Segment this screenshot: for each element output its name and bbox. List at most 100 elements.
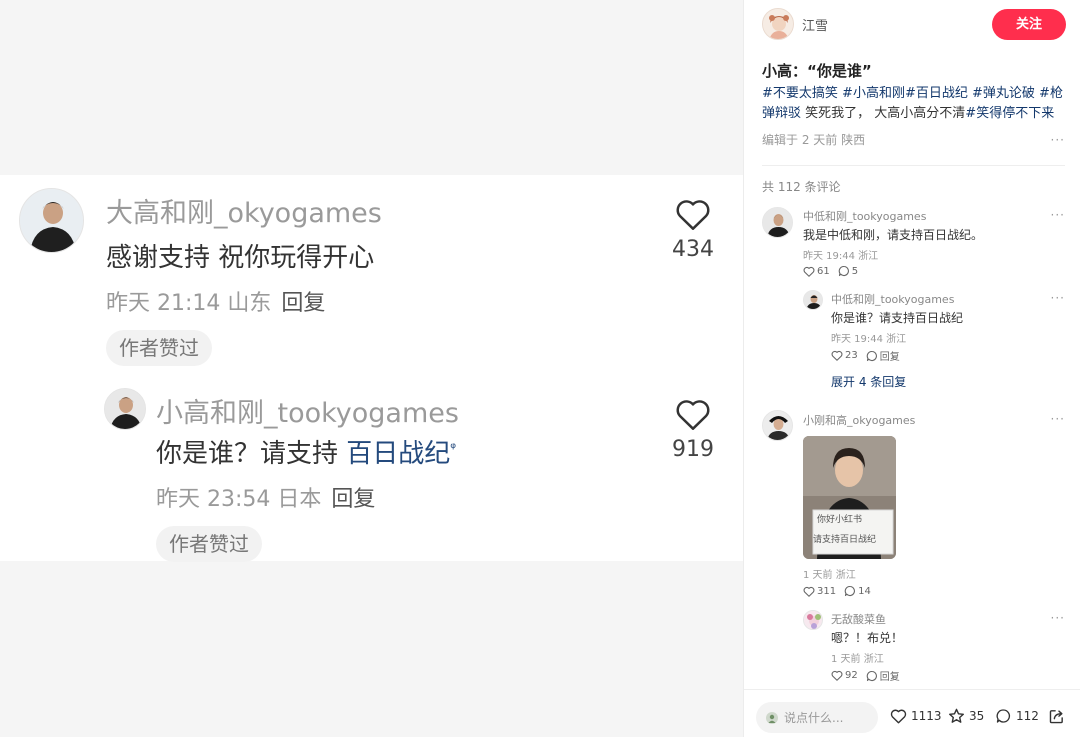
topic-link: 百日战纪 xyxy=(346,439,451,469)
comment-text: 你是谁？请支持 百日战纪ᵠ xyxy=(156,433,456,470)
like-count: 23 xyxy=(845,350,858,361)
like-button[interactable]: 61 xyxy=(803,266,830,277)
avatar xyxy=(19,188,84,253)
reply-button[interactable]: 14 xyxy=(844,585,871,597)
author-info[interactable]: 江雪 xyxy=(762,8,828,40)
chat-bubble-icon xyxy=(844,585,856,597)
reply-text: 你是谁？请支持百日战纪 xyxy=(831,311,964,325)
note-media-viewer[interactable]: 大高和刚_okyogames 感谢支持 祝你玩得开心 昨天 21:14 山东 回复… xyxy=(0,0,743,737)
avatar xyxy=(104,388,146,430)
comment-time-location: 1 天前 浙江 xyxy=(803,570,856,581)
note-title: 小高：“你是谁” xyxy=(762,62,872,80)
comment-user[interactable]: 小刚和高_okyogames xyxy=(803,412,915,428)
hashtag-link[interactable]: #弹丸论破 xyxy=(972,86,1035,101)
star-icon xyxy=(948,708,965,723)
heart-icon xyxy=(676,200,710,230)
note-like-count: 1113 xyxy=(911,709,942,723)
comment-image[interactable]: 你好小红书 请支持百日战纪 xyxy=(803,436,896,559)
more-options-icon[interactable]: ··· xyxy=(1051,208,1065,222)
comment-text: 感谢支持 祝你玩得开心 xyxy=(106,243,375,273)
comment-count: 共 112 条评论 xyxy=(762,180,841,194)
comment-user[interactable]: 中低和刚_tookyogames xyxy=(803,208,926,224)
heart-icon xyxy=(803,586,815,597)
like-button[interactable]: 92 xyxy=(831,670,858,681)
like-count: 92 xyxy=(845,670,858,681)
share-icon xyxy=(1049,710,1063,724)
reply-button[interactable]: 回复 xyxy=(866,348,900,363)
comment-button[interactable]: 112 xyxy=(995,708,1039,724)
expand-replies-button[interactable]: 展开 4 条回复 xyxy=(831,373,906,390)
image-caption-line2: 请支持百日战纪 xyxy=(813,535,877,545)
reply-link: 回复 xyxy=(331,487,376,512)
like-button[interactable]: 23 xyxy=(831,350,858,361)
reply-actions: 92 回复 xyxy=(831,668,908,683)
comment-input[interactable] xyxy=(784,710,872,725)
reply-link: 回复 xyxy=(281,291,326,316)
avatar[interactable] xyxy=(803,290,823,310)
reply-time-location: 1 天前 浙江 xyxy=(831,654,884,665)
like-counter: 434 xyxy=(668,197,718,262)
hashtag-link[interactable]: #笑得停不下来 xyxy=(965,106,1054,121)
comment-time-location: 昨天 23:54 日本 xyxy=(156,487,322,512)
reply-label: 回复 xyxy=(879,352,900,363)
like-note-button[interactable]: 1113 xyxy=(890,708,942,724)
comment-text: 我是中低和刚，请支持百日战纪。 xyxy=(803,228,984,242)
author-liked-badge: 作者赞过 xyxy=(106,330,212,366)
like-button[interactable]: 311 xyxy=(803,586,836,597)
reply-count: 14 xyxy=(858,585,871,597)
like-count: 61 xyxy=(817,265,830,277)
comment-input-wrapper[interactable] xyxy=(756,702,878,733)
app-root: 大高和刚_okyogames 感谢支持 祝你玩得开心 昨天 21:14 山东 回复… xyxy=(0,0,1080,737)
like-count: 919 xyxy=(672,437,714,462)
reply-button[interactable]: 5 xyxy=(838,265,858,277)
reply-count: 5 xyxy=(851,265,859,277)
reply-label: 回复 xyxy=(879,672,900,683)
reply-button[interactable]: 回复 xyxy=(866,668,900,683)
author-liked-badge: 作者赞过 xyxy=(156,526,262,562)
avatar[interactable] xyxy=(762,410,793,441)
more-options-icon[interactable]: ··· xyxy=(1051,133,1065,147)
more-options-icon[interactable]: ··· xyxy=(1051,412,1065,426)
note-description: #不要太搞笑 #小高和刚#百日战纪 #弹丸论破 #枪弹辩驳 笑死我了， 大高小高… xyxy=(762,84,1067,124)
image-caption-line1: 你好小红书 xyxy=(817,515,863,525)
chat-bubble-icon xyxy=(866,670,877,681)
heart-icon xyxy=(831,350,843,361)
hashtag-link[interactable]: #百日战纪 xyxy=(905,86,968,101)
reply-time-location: 昨天 19:44 浙江 xyxy=(831,334,907,345)
note-sidebar: 江雪 关注 小高：“你是谁” #不要太搞笑 #小高和刚#百日战纪 #弹丸论破 #… xyxy=(743,0,1080,737)
comment-user: 大高和刚_okyogames xyxy=(106,198,382,229)
like-count: 311 xyxy=(817,585,837,597)
chat-bubble-icon xyxy=(866,350,877,361)
reply-actions: 23 回复 xyxy=(831,348,908,363)
avatar[interactable] xyxy=(762,8,794,40)
engagement-bar: 1113 35 112 xyxy=(744,689,1080,737)
heart-icon xyxy=(676,400,710,430)
avatar[interactable] xyxy=(803,610,823,630)
comment-text-prefix: 你是谁？请支持 xyxy=(156,439,347,469)
avatar[interactable] xyxy=(762,207,793,238)
hashtag-link[interactable]: #小高和刚 xyxy=(842,86,905,101)
search-link-icon: ᵠ xyxy=(450,440,457,457)
more-options-icon[interactable]: ··· xyxy=(1051,611,1065,625)
comment-meta: 昨天 21:14 山东 回复 xyxy=(106,285,325,317)
like-counter: 919 xyxy=(668,397,718,462)
comment-meta: 昨天 23:54 日本 回复 xyxy=(156,481,375,513)
follow-button[interactable]: 关注 xyxy=(992,9,1066,40)
share-button[interactable] xyxy=(1048,708,1069,725)
reply-text: 嗯？！布兑！ xyxy=(831,631,904,645)
chat-bubble-icon xyxy=(996,709,1011,723)
reply-user[interactable]: 无敌酸菜鱼 xyxy=(831,611,886,627)
comments-scroll-area[interactable]: 江雪 关注 小高：“你是谁” #不要太搞笑 #小高和刚#百日战纪 #弹丸论破 #… xyxy=(744,0,1080,689)
divider xyxy=(762,165,1065,166)
heart-icon xyxy=(803,266,815,277)
comment-time-location: 昨天 21:14 山东 xyxy=(106,291,272,316)
note-edit-info: 编辑于 2 天前 陕西 xyxy=(762,133,866,147)
user-avatar-icon xyxy=(766,711,778,724)
note-comment-count: 112 xyxy=(1016,709,1039,723)
author-name[interactable]: 江雪 xyxy=(802,15,828,34)
reply-user[interactable]: 中低和刚_tookyogames xyxy=(831,291,954,307)
more-options-icon[interactable]: ··· xyxy=(1051,291,1065,305)
heart-icon xyxy=(831,670,843,681)
hashtag-link[interactable]: #不要太搞笑 xyxy=(762,86,838,101)
collect-button[interactable]: 35 xyxy=(948,708,984,724)
